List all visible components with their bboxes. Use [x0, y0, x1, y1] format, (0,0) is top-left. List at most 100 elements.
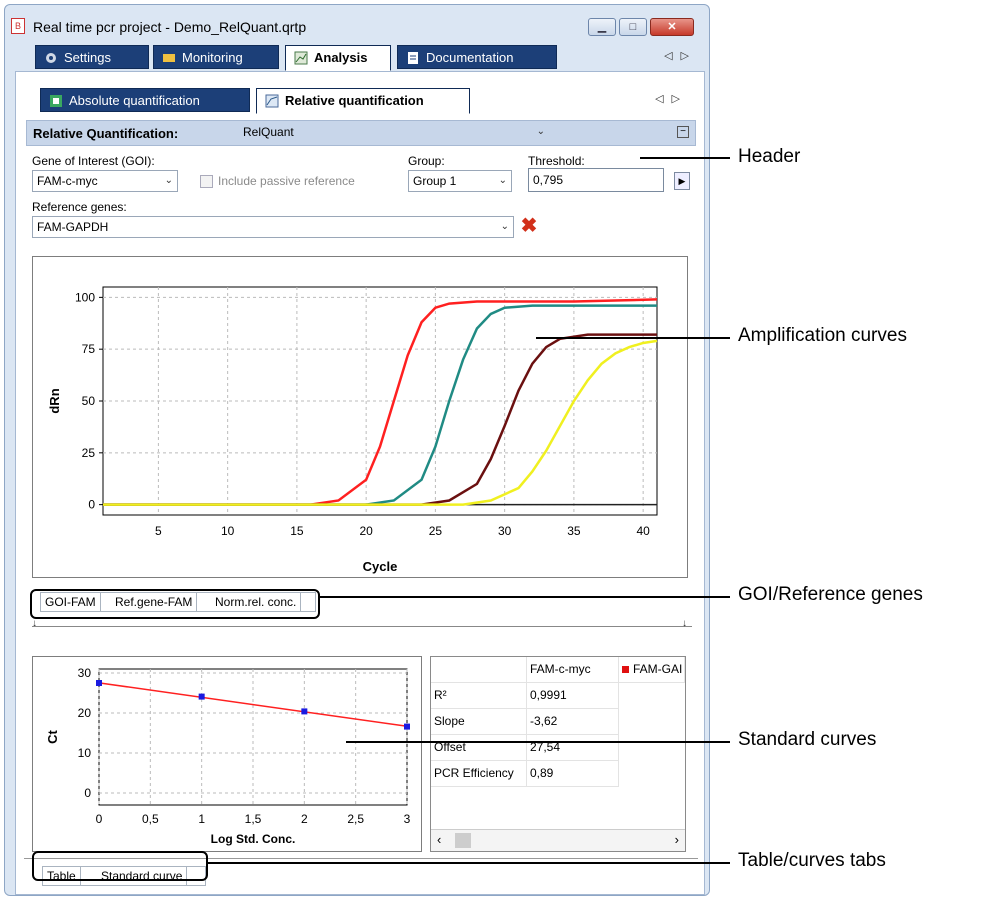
std-x-tick-label: 2,5 — [347, 812, 364, 826]
tab-monitoring-label: Monitoring — [182, 50, 243, 65]
callout-goi-reference: GOI/Reference genes — [738, 584, 923, 605]
row-value-offset: 27,54 — [527, 735, 619, 761]
std-y-axis-label: Ct — [45, 729, 60, 743]
row-label-offset: Offset — [431, 735, 527, 761]
chevron-down-icon: ⌄ — [498, 175, 507, 186]
chevron-down-icon: ⌄ — [536, 126, 545, 137]
grid-icon — [50, 95, 62, 107]
callout-line-amplification — [536, 337, 730, 339]
tab-analysis-label: Analysis — [314, 50, 368, 65]
callout-table-tabs: Table/curves tabs — [738, 850, 886, 871]
app-icon: B — [11, 18, 25, 34]
amplification-chart-box: 5 10 15 20 25 30 35 40 0 25 50 75 100 Cycle dRn — [32, 256, 688, 578]
chart-icon — [294, 51, 308, 65]
window-title: Real time pcr project - Demo_RelQuant.qr… — [33, 19, 307, 35]
tab-documentation[interactable]: Documentation — [397, 45, 557, 69]
relquant-select[interactable]: RelQuant ⌄ — [239, 122, 549, 144]
main-tab-bar: Settings Monitoring Analysis Documentati… — [15, 45, 705, 71]
tab-analysis[interactable]: Analysis — [285, 45, 391, 71]
collapse-button[interactable]: − — [677, 126, 689, 138]
splitter[interactable]: ↓ ↓ — [24, 618, 700, 634]
x-tick-label: 20 — [359, 524, 373, 538]
goi-label: Gene of Interest (GOI): — [32, 154, 155, 168]
data-point — [96, 680, 102, 686]
tab-settings[interactable]: Settings — [35, 45, 149, 69]
title-bar: B Real time pcr project - Demo_RelQuant.… — [5, 5, 709, 45]
relative-chart-icon — [265, 94, 279, 108]
data-point — [301, 708, 308, 715]
group-label: Group: — [408, 154, 445, 168]
reference-genes-select[interactable]: FAM-GAPDH ⌄ — [32, 216, 514, 238]
std-x-tick-label: 2 — [301, 812, 308, 826]
y-tick-label: 50 — [82, 394, 96, 408]
x-tick-label: 40 — [636, 524, 650, 538]
passive-reference-label: Include passive reference — [218, 174, 355, 188]
callout-amplification: Amplification curves — [738, 325, 907, 346]
app-window: B Real time pcr project - Demo_RelQuant.… — [4, 4, 710, 896]
tab-documentation-label: Documentation — [426, 50, 514, 65]
relquant-label: Relative Quantification: — [33, 126, 179, 141]
analysis-panel: Absolute quantification Relative quantif… — [15, 71, 705, 895]
std-x-tick-label: 0 — [96, 812, 103, 826]
row-label-efficiency: PCR Efficiency — [431, 761, 527, 787]
y-tick-label: 25 — [82, 446, 96, 460]
goi-value: FAM-c-myc — [37, 174, 98, 188]
y-tick-label: 0 — [88, 498, 95, 512]
column-header-2: FAM-GAI — [619, 657, 685, 683]
horizontal-scrollbar[interactable]: ‹ › — [431, 829, 685, 851]
threshold-input[interactable]: 0,795 — [528, 168, 664, 192]
x-tick-label: 5 — [155, 524, 162, 538]
threshold-label: Threshold: — [528, 154, 585, 168]
callout-standard-curves: Standard curves — [738, 729, 877, 750]
delete-reference-button[interactable]: ✖ — [518, 216, 540, 238]
callout-header: Header — [738, 146, 801, 167]
reference-genes-value: FAM-GAPDH — [37, 220, 109, 234]
std-x-tick-label: 0,5 — [142, 812, 159, 826]
column-header: FAM-c-myc — [527, 657, 619, 683]
std-y-tick-label: 0 — [84, 786, 91, 800]
tab-absolute-quantification[interactable]: Absolute quantification — [40, 88, 250, 112]
gear-icon — [46, 53, 56, 63]
tab-scroll-arrows[interactable]: ◁▷ — [664, 49, 697, 62]
std-x-tick-label: 1,5 — [245, 812, 262, 826]
maximize-button[interactable]: □ — [619, 18, 647, 36]
x-tick-label: 35 — [567, 524, 581, 538]
callout-outline-gene-tabs — [30, 589, 320, 619]
threshold-apply-button[interactable]: ▶ — [674, 172, 690, 190]
amplification-chart: 5 10 15 20 25 30 35 40 0 25 50 75 100 Cycle dRn — [47, 286, 658, 574]
tab-absolute-label: Absolute quantification — [69, 93, 200, 108]
goi-select[interactable]: FAM-c-myc ⌄ — [32, 170, 178, 192]
row-value-efficiency: 0,89 — [527, 761, 619, 787]
data-point — [198, 693, 205, 700]
std-x-tick-label: 3 — [404, 812, 411, 826]
subtab-scroll-arrows[interactable]: ◁▷ — [655, 92, 688, 105]
reference-genes-label: Reference genes: — [32, 200, 127, 214]
close-button[interactable]: ✕ — [650, 18, 694, 36]
tab-monitoring[interactable]: Monitoring — [153, 45, 279, 69]
std-x-axis-label: Log Std. Conc. — [211, 832, 296, 846]
tab-relative-quantification[interactable]: Relative quantification — [256, 88, 470, 114]
scroll-right-icon[interactable]: › — [675, 832, 679, 847]
std-y-tick-label: 10 — [78, 746, 92, 760]
chevron-down-icon: ⌄ — [500, 221, 509, 232]
tab-settings-label: Settings — [64, 50, 111, 65]
group-select[interactable]: Group 1 ⌄ — [408, 170, 512, 192]
row-label-slope: Slope — [431, 709, 527, 735]
callout-line-header — [640, 157, 730, 159]
x-tick-label: 30 — [498, 524, 512, 538]
y-tick-label: 75 — [82, 342, 96, 356]
scroll-thumb[interactable] — [455, 833, 471, 848]
callout-outline-view-tabs — [32, 851, 208, 881]
passive-reference-checkbox[interactable] — [200, 175, 213, 188]
relquant-header: Relative Quantification: RelQuant ⌄ − — [26, 120, 696, 146]
monitoring-icon — [163, 54, 175, 62]
row-value-slope: -3,62 — [527, 709, 619, 735]
callout-line-tabs — [208, 862, 730, 864]
scroll-left-icon[interactable]: ‹ — [437, 832, 441, 847]
sub-tab-bar: Absolute quantification Relative quantif… — [26, 88, 696, 114]
callout-line-standard — [346, 741, 730, 743]
x-axis-label: Cycle — [363, 559, 398, 574]
data-point — [404, 723, 410, 730]
callout-line-goi — [320, 596, 730, 598]
minimize-button[interactable]: ▁ — [588, 18, 616, 36]
